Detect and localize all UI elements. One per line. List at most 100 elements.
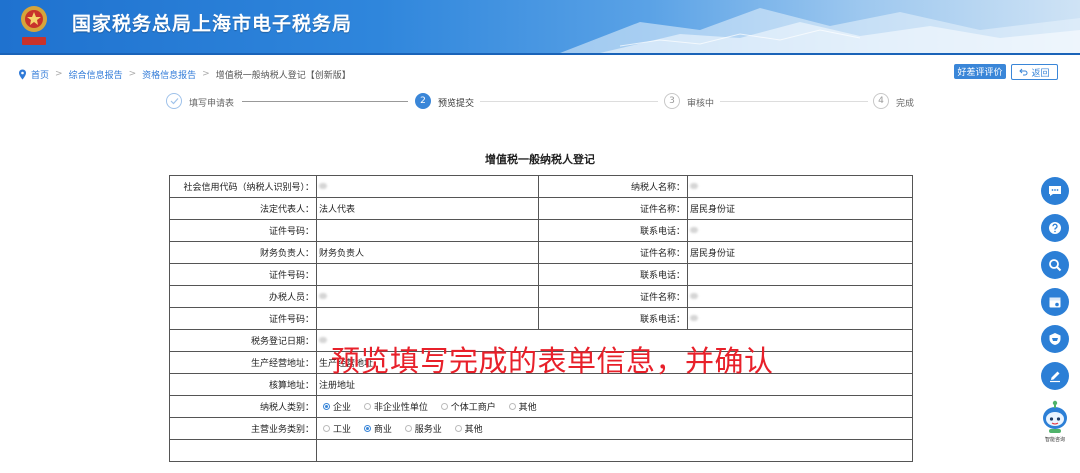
taxpayer-type-radio-group: 企业 非企业性单位 个体工商户 其他 — [316, 395, 913, 418]
tax-bureau-emblem-logo — [21, 6, 47, 45]
phone-value — [687, 307, 913, 330]
float-chat-button[interactable] — [1041, 177, 1069, 205]
redacted-value — [690, 315, 698, 321]
registration-date-label: 税务登记日期： — [169, 329, 317, 352]
form-title: 增值税一般纳税人登记 — [485, 153, 595, 166]
redacted-value — [319, 293, 327, 299]
breadcrumb-qualification[interactable]: 资格信息报告 — [142, 68, 196, 81]
step-2-label: 预览提交 — [438, 99, 475, 109]
table-row: 社会信用代码（纳税人识别号）： 纳税人名称： — [169, 175, 913, 198]
site-title: 国家税务总局上海市电子税务局 — [72, 13, 353, 35]
step-2-number: 2 — [415, 93, 431, 109]
evaluate-button[interactable]: 好差评评价 — [954, 64, 1006, 79]
id-type-label: 证件名称： — [538, 241, 688, 264]
id-number-label: 证件号码： — [169, 219, 317, 242]
finance-head-value: 财务负责人 — [316, 241, 539, 264]
radio-taxpayer-other[interactable] — [508, 403, 516, 410]
id-number-value — [316, 263, 539, 286]
annotation-overlay-text: 预览填写完成的表单信息，并确认 — [331, 344, 774, 378]
table-row: 法定代表人： 法人代表 证件名称： 居民身份证 — [169, 197, 913, 220]
table-row: 证件号码： 联系电话： — [169, 307, 913, 330]
radio-taxpayer-enterprise[interactable] — [323, 403, 330, 410]
float-edit-button[interactable] — [1041, 362, 1069, 390]
step-1-label: 填写申请表 — [189, 99, 235, 109]
radio-taxpayer-individual[interactable] — [440, 403, 448, 410]
radio-business-commerce[interactable] — [363, 425, 371, 432]
table-row: 主营业务类别： 工业 商业 服务业 其他 — [169, 417, 913, 440]
redacted-value — [690, 183, 698, 189]
breadcrumb: 首页 > 综合信息报告 > 资格信息报告 > 增值税一般纳税人登记【创新版】 — [18, 67, 351, 81]
chat-icon — [1049, 186, 1061, 196]
step-connector — [242, 101, 408, 102]
id-number-value — [316, 219, 539, 242]
accounting-address-label: 核算地址： — [169, 373, 317, 396]
breadcrumb-separator: > — [55, 69, 63, 79]
radio-label: 服务业 — [414, 425, 442, 435]
assistant-label: 智能咨询 — [1044, 437, 1065, 443]
radio-label: 工业 — [333, 425, 352, 435]
taxpayer-name-label: 纳税人名称： — [538, 175, 688, 198]
table-row: 证件号码： 联系电话： — [169, 219, 913, 242]
radio-taxpayer-non-enterprise[interactable] — [363, 403, 371, 410]
id-type-value: 居民身份证 — [687, 197, 913, 220]
tax-officer-label: 办税人员： — [169, 285, 317, 308]
radio-business-industry[interactable] — [323, 425, 330, 432]
redacted-value — [690, 227, 698, 233]
phone-value — [687, 263, 913, 286]
step-3-number: 3 — [664, 93, 680, 109]
breadcrumb-separator: > — [202, 69, 210, 79]
credit-code-label: 社会信用代码（纳税人识别号）： — [169, 175, 317, 198]
step-1-done-icon — [166, 93, 182, 109]
breadcrumb-home[interactable]: 首页 — [31, 68, 49, 81]
step-4-label: 完成 — [896, 99, 915, 109]
radio-label: 商业 — [373, 425, 392, 435]
step-4-number: 4 — [873, 93, 889, 109]
breadcrumb-separator: > — [128, 69, 137, 79]
empty-cell — [316, 439, 913, 462]
taxpayer-name-value — [687, 175, 913, 198]
header-divider — [0, 53, 1080, 55]
table-row: 纳税人类别： 企业 非企业性单位 个体工商户 其他 — [169, 395, 913, 418]
table-row: 证件号码： 联系电话： — [169, 263, 913, 286]
business-address-label: 生产经营地址： — [169, 351, 317, 374]
business-type-radio-group: 工业 商业 服务业 其他 — [316, 417, 913, 440]
table-row: 财务负责人： 财务负责人 证件名称： 居民身份证 — [169, 241, 913, 264]
radio-label: 非企业性单位 — [373, 403, 428, 413]
phone-value — [687, 219, 913, 242]
float-shield-button[interactable] — [1041, 325, 1069, 353]
registration-form-table: 社会信用代码（纳税人识别号）： 纳税人名称： 法定代表人： 法人代表 证件名称：… — [169, 175, 913, 462]
legal-rep-label: 法定代表人： — [169, 197, 317, 220]
radio-label: 其他 — [518, 403, 537, 413]
float-search-button[interactable] — [1041, 251, 1069, 279]
id-type-value — [687, 285, 913, 308]
radio-business-other[interactable] — [454, 425, 462, 432]
redacted-value — [319, 183, 327, 189]
redacted-value — [319, 337, 327, 343]
id-number-value — [316, 307, 539, 330]
breadcrumb-current: 增值税一般纳税人登记【创新版】 — [215, 70, 351, 81]
edit-icon — [1050, 371, 1060, 383]
radio-label: 企业 — [333, 403, 352, 413]
step-3-label: 审核中 — [687, 99, 715, 109]
radio-business-service[interactable] — [404, 425, 412, 432]
taxpayer-type-label: 纳税人类别： — [169, 395, 317, 418]
id-number-label: 证件号码： — [169, 307, 317, 330]
help-icon — [1049, 222, 1061, 234]
id-type-label: 证件名称： — [538, 197, 688, 220]
progress-steps: 填写申请表 2 预览提交 3 审核中 4 完成 — [0, 93, 1080, 111]
back-button[interactable]: 返回 — [1011, 64, 1058, 80]
id-type-label: 证件名称： — [538, 285, 688, 308]
calendar-icon — [1049, 297, 1061, 308]
float-help-button[interactable] — [1041, 214, 1069, 242]
redacted-value — [690, 293, 698, 299]
back-button-label: 返回 — [1031, 68, 1050, 79]
radio-label: 个体工商户 — [450, 403, 496, 413]
location-pin-icon — [19, 69, 26, 79]
checkmark-icon — [170, 98, 178, 105]
shield-icon — [1049, 333, 1061, 345]
float-calendar-button[interactable] — [1041, 288, 1069, 316]
breadcrumb-report[interactable]: 综合信息报告 — [69, 68, 123, 81]
step-connector — [480, 101, 658, 102]
table-row — [169, 439, 913, 462]
empty-cell — [169, 439, 317, 462]
